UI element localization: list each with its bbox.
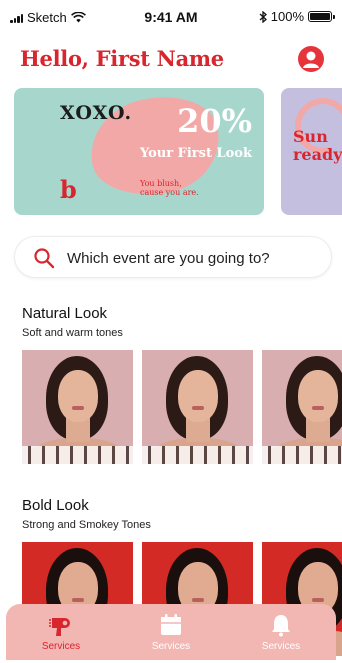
profile-button[interactable] (298, 46, 324, 72)
nav-label: Services (41, 641, 81, 652)
status-right: 100% (259, 9, 335, 24)
section-title-bold: Bold Look (22, 497, 89, 514)
promo2-line1: Sun (293, 127, 328, 146)
bluetooth-icon (259, 10, 267, 23)
status-bar: Sketch 9:41 AM 100% (0, 0, 342, 34)
bottom-nav: Services Services Services (6, 604, 336, 660)
search-input[interactable] (67, 248, 317, 268)
greeting-title: Hello, First Name (20, 46, 224, 71)
promo-card-first-look[interactable]: XOXO. 20% Your First Look b You blush, c… (14, 88, 264, 215)
promo-tagline-line1: You blush, (140, 179, 182, 188)
hair-dryer-icon (49, 618, 70, 636)
promo-carousel[interactable]: XOXO. 20% Your First Look b You blush, c… (14, 88, 342, 216)
battery-percent: 100% (270, 9, 304, 24)
user-icon (303, 51, 319, 68)
promo-tagline-line2: cause you are. (140, 188, 199, 197)
bell-icon (272, 615, 290, 637)
promo-tagline: You blush, cause you are. (140, 179, 220, 197)
natural-look-photo[interactable] (262, 350, 342, 464)
promo-subtitle: Your First Look (139, 146, 252, 161)
promo2-line2: ready (293, 145, 342, 164)
promo-brand: XOXO. (60, 102, 133, 124)
search-bar[interactable] (14, 236, 332, 278)
natural-look-photo[interactable] (142, 350, 253, 464)
brand-logo: b (60, 175, 77, 204)
natural-look-gallery[interactable] (22, 350, 342, 464)
nav-item-services-dryer[interactable]: Services (6, 604, 116, 660)
section-subtitle-natural: Soft and warm tones (22, 327, 123, 339)
section-title-natural: Natural Look (22, 305, 108, 322)
search-icon (34, 248, 55, 269)
nav-item-services-bell[interactable]: Services (226, 604, 336, 660)
nav-item-services-calendar[interactable]: Services (116, 604, 226, 660)
promo2-text: Sun ready (293, 128, 342, 164)
promo-discount: 20% (177, 102, 252, 140)
battery-icon (308, 11, 335, 22)
promo-card-sun-ready[interactable]: Sun ready (281, 88, 342, 215)
natural-look-photo[interactable] (22, 350, 133, 464)
calendar-icon (161, 614, 181, 635)
section-subtitle-bold: Strong and Smokey Tones (22, 519, 151, 531)
nav-label: Services (151, 641, 191, 652)
nav-label: Services (261, 641, 301, 652)
